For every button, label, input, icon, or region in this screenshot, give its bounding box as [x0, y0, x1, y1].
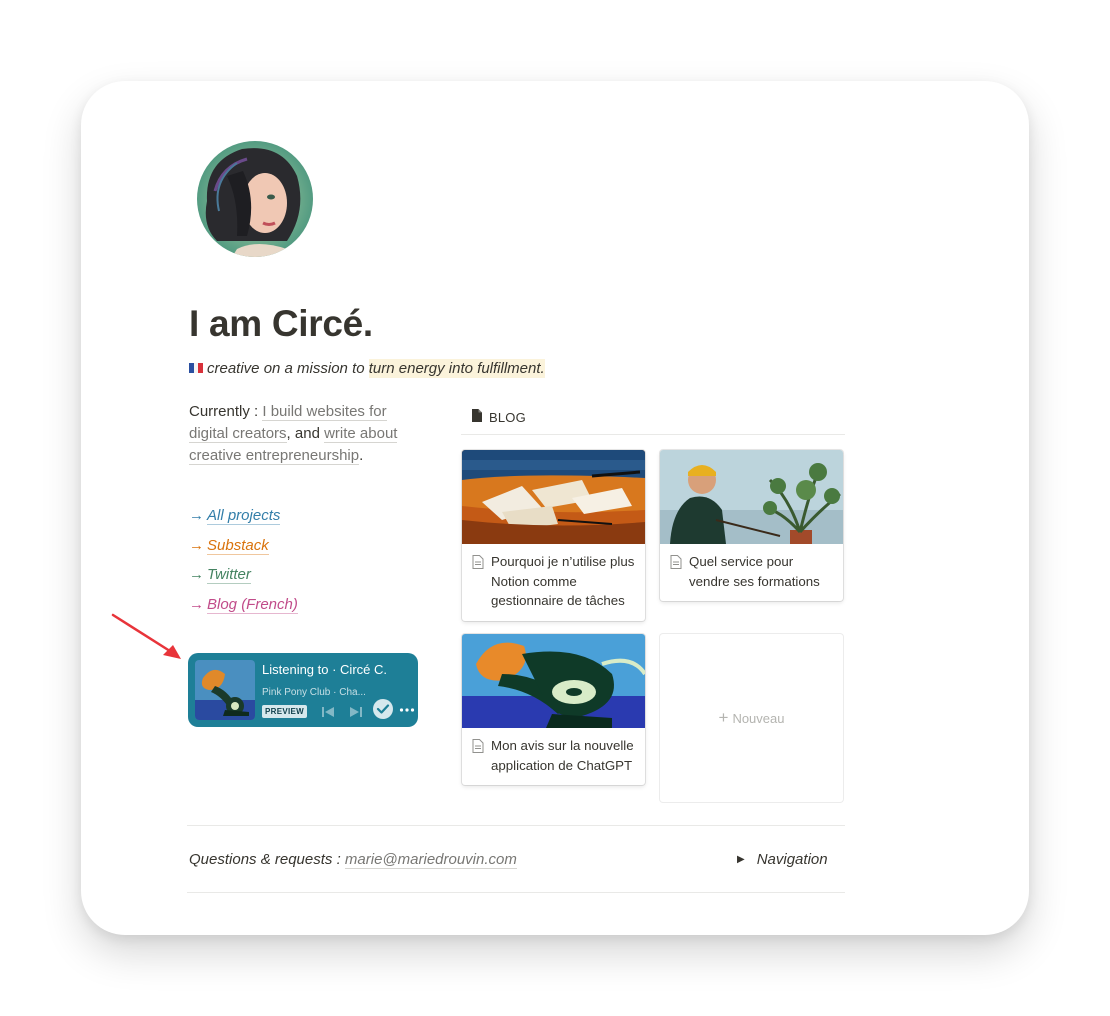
blog-card[interactable]: Quel service pour vendre ses formations — [660, 450, 843, 602]
page-icon — [472, 409, 482, 422]
card-title: Quel service pour vendre ses formations — [689, 554, 820, 589]
all-projects-link[interactable]: → All projects — [189, 505, 298, 535]
avatar — [197, 141, 313, 257]
album-cover — [195, 660, 255, 720]
document-icon — [472, 739, 484, 753]
arrow-right-icon: → — [189, 536, 204, 554]
link-label: Twitter — [207, 566, 251, 585]
page-subtitle: creative on a mission to turn energy int… — [189, 359, 545, 378]
page-title: I am Circé. — [189, 303, 373, 344]
currently-label: Currently : — [189, 403, 263, 420]
more-icon[interactable] — [399, 707, 415, 713]
arrow-right-icon: → — [189, 507, 204, 524]
card-thumbnail — [462, 634, 645, 728]
triangle-right-icon: ▶ — [737, 854, 745, 865]
link-label: Blog (French) — [207, 595, 298, 614]
page-frame: I am Circé. creative on a mission to tur… — [81, 81, 1029, 935]
spotify-track: Pink Pony Club · Cha... — [262, 687, 366, 698]
card-thumbnail — [660, 450, 843, 544]
new-page-button[interactable]: + Nouveau — [660, 634, 843, 802]
card-title: Pourquoi je n’utilise plus Notion comme … — [491, 554, 635, 609]
blog-title: BLOG — [489, 410, 526, 425]
substack-link[interactable]: → Substack — [189, 535, 298, 565]
divider — [187, 825, 845, 826]
preview-badge: PREVIEW — [262, 705, 307, 718]
contact-label: Questions & requests : — [189, 851, 345, 868]
document-icon — [670, 555, 682, 569]
spotify-player[interactable]: Listening to · Circé C. Pink Pony Club ·… — [188, 653, 418, 727]
blog-card[interactable]: Mon avis sur la nouvelle application de … — [462, 634, 645, 786]
twitter-link[interactable]: → Twitter — [189, 564, 298, 594]
email-link[interactable]: marie@mariedrouvin.com — [344, 851, 517, 869]
footer-contact: Questions & requests : marie@mariedrouvi… — [189, 851, 517, 869]
saved-check-icon[interactable] — [372, 698, 394, 720]
currently-mid: , and — [286, 425, 325, 442]
arrow-right-icon: → — [189, 595, 204, 613]
blog-card[interactable]: Pourquoi je n’utilise plus Notion comme … — [462, 450, 645, 621]
skip-back-icon[interactable] — [320, 704, 336, 720]
navigation-toggle[interactable]: ▶ Navigation — [737, 851, 828, 868]
subtitle-text: creative on a mission to — [207, 360, 369, 377]
divider — [187, 892, 845, 893]
annotation-arrow-icon — [111, 613, 181, 659]
document-icon — [472, 555, 484, 569]
currently-end: . — [359, 447, 364, 464]
subtitle-highlight: turn energy into fulfillment. — [368, 359, 545, 378]
blog-french-link[interactable]: → Blog (French) — [189, 594, 298, 624]
skip-forward-icon[interactable] — [348, 704, 364, 720]
card-thumbnail — [462, 450, 645, 544]
new-label: Nouveau — [732, 710, 785, 726]
spotify-title: Listening to · Circé C. — [262, 662, 387, 677]
card-title: Mon avis sur la nouvelle application de … — [491, 738, 634, 773]
blog-header: BLOG — [461, 401, 845, 435]
currently-text: Currently : I build websites for digital… — [189, 401, 414, 467]
link-label: All projects — [207, 507, 281, 525]
plus-icon: + — [718, 708, 729, 727]
nav-links: → All projects → Substack → Twitter → Blog (… — [189, 505, 298, 623]
arrow-right-icon: → — [189, 566, 204, 584]
link-label: Substack — [207, 536, 269, 555]
french-flag-icon — [189, 363, 203, 373]
navigation-label: Navigation — [756, 851, 828, 868]
